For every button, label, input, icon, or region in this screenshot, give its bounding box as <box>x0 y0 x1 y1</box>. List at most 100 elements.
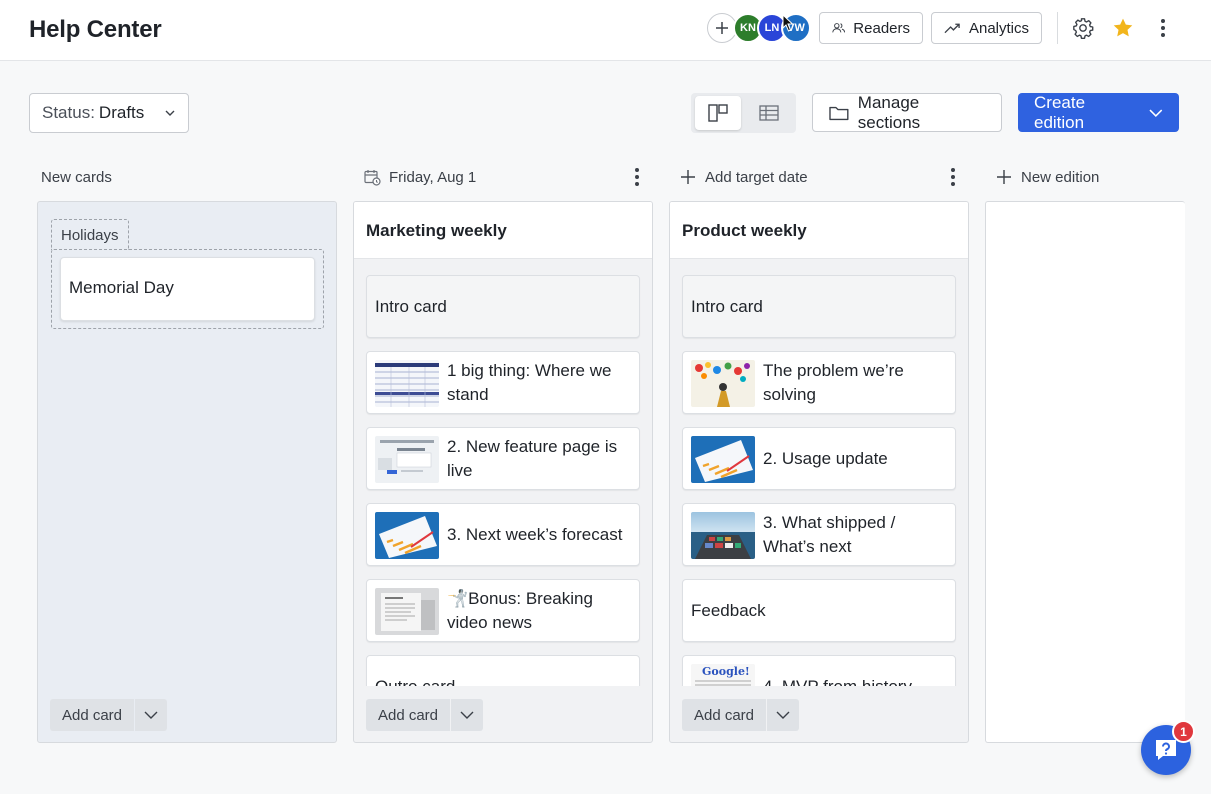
notification-badge: 1 <box>1172 720 1195 743</box>
favorite-button[interactable] <box>1109 14 1137 42</box>
new-cards-header: New cards <box>41 168 112 186</box>
add-target-date-label: Add target date <box>705 168 808 186</box>
add-card-control: Add card <box>682 699 799 731</box>
card-title: 3. What shipped / What’s next <box>763 513 896 556</box>
card[interactable]: Google! 4. MVP from history <box>682 655 956 686</box>
star-icon <box>1113 18 1133 37</box>
plus-icon <box>997 170 1011 184</box>
plus-icon <box>681 170 695 184</box>
marketing-date-label: Friday, Aug 1 <box>389 168 477 186</box>
chevron-down-icon <box>1149 109 1163 117</box>
card[interactable]: 2. New feature page is live <box>366 427 640 490</box>
product-weekly-column: Product weekly Intro card The problem we… <box>669 201 969 743</box>
add-card-button[interactable]: Add card <box>682 699 766 731</box>
card-title: 🤺Bonus: Breaking video news <box>447 589 593 632</box>
analytics-label: Analytics <box>968 19 1029 37</box>
marketing-menu-icon[interactable] <box>634 168 640 186</box>
top-bar: Help Center KN LN VW Readers Analytics <box>0 0 1211 61</box>
card[interactable]: The problem we’re solving <box>682 351 956 414</box>
board-view-icon <box>708 104 728 122</box>
readers-label: Readers <box>853 19 910 37</box>
table-view-icon <box>759 105 779 121</box>
more-menu-button[interactable] <box>1149 14 1177 42</box>
card[interactable]: Feedback <box>682 579 956 642</box>
card[interactable]: 3. Next week’s forecast <box>366 503 640 566</box>
chevron-down-icon <box>776 711 790 719</box>
people-icon <box>832 23 846 33</box>
card[interactable]: Intro card <box>682 275 956 338</box>
add-card-dropdown[interactable] <box>767 699 799 731</box>
board-view-button[interactable] <box>695 96 741 130</box>
marketing-date[interactable]: Friday, Aug 1 <box>364 164 476 190</box>
card-title: 2. Usage update <box>763 449 888 468</box>
gear-icon <box>1073 18 1094 39</box>
status-filter-label: Status: <box>42 103 95 122</box>
edition-title[interactable]: Marketing weekly <box>354 202 652 259</box>
card-list: Intro card 1 big thing: Where we stand 2… <box>354 259 652 686</box>
card-title: 4. MVP from history <box>763 675 951 686</box>
card-title: 2. New feature page is live <box>447 437 618 480</box>
add-card-control: Add card <box>366 699 483 731</box>
card-title: 1 big thing: Where we stand <box>447 361 612 404</box>
card[interactable]: 🤺Bonus: Breaking video news <box>366 579 640 642</box>
add-card-button[interactable]: Add card <box>366 699 450 731</box>
trend-up-icon <box>944 23 960 34</box>
add-card-control: Add card <box>50 699 167 731</box>
card[interactable]: Outro card <box>366 655 640 686</box>
card-title: Intro card <box>375 297 447 316</box>
new-cards-column: Holidays Memorial Day Add card <box>37 201 337 743</box>
card-title: Feedback <box>691 601 766 620</box>
document-thumbnail <box>375 588 439 635</box>
kebab-icon <box>1160 19 1166 37</box>
card-title: Intro card <box>691 297 763 316</box>
webpage-thumbnail <box>375 436 439 483</box>
add-card-dropdown[interactable] <box>135 699 167 731</box>
new-edition-label: New edition <box>1021 168 1100 186</box>
card[interactable]: Intro card <box>366 275 640 338</box>
folder-icon <box>829 106 849 120</box>
table-view-button[interactable] <box>746 96 792 130</box>
card-title: Outro card <box>375 675 563 686</box>
card[interactable]: 3. What shipped / What’s next <box>682 503 956 566</box>
new-edition-button[interactable]: New edition <box>996 164 1099 190</box>
chevron-down-icon <box>165 110 175 116</box>
card[interactable]: Memorial Day <box>60 257 315 321</box>
card-title: The problem we’re solving <box>763 361 904 404</box>
add-target-date-button[interactable]: Add target date <box>680 164 808 190</box>
add-card-dropdown[interactable] <box>451 699 483 731</box>
status-filter[interactable]: Status: Drafts <box>29 93 189 133</box>
table-thumbnail <box>375 360 439 407</box>
manage-sections-label: Manage sections <box>857 92 921 132</box>
help-chat-icon <box>1156 740 1176 760</box>
add-card-button[interactable]: Add card <box>50 699 134 731</box>
product-menu-icon[interactable] <box>950 168 956 186</box>
settings-button[interactable] <box>1069 14 1097 42</box>
ship-photo-thumbnail <box>691 512 755 559</box>
card[interactable]: 1 big thing: Where we stand <box>366 351 640 414</box>
plus-icon <box>716 22 728 34</box>
chevron-down-icon <box>144 711 158 719</box>
create-edition-button[interactable]: Create edition <box>1018 93 1179 132</box>
app-title: Help Center <box>29 16 162 43</box>
calendar-clock-icon <box>364 169 381 186</box>
card-title: 3. Next week’s forecast <box>447 525 623 544</box>
problem-illustration-thumbnail <box>691 360 755 407</box>
divider <box>1057 12 1058 44</box>
chevron-down-icon <box>460 711 474 719</box>
webpage-thumbnail: Google! <box>691 664 755 686</box>
forecast-chart-thumbnail <box>375 512 439 559</box>
manage-sections-button[interactable]: Manage sections <box>812 93 1002 132</box>
readers-button[interactable]: Readers <box>819 12 923 44</box>
analytics-button[interactable]: Analytics <box>931 12 1042 44</box>
card[interactable]: 2. Usage update <box>682 427 956 490</box>
usage-chart-thumbnail <box>691 436 755 483</box>
new-edition-column <box>985 201 1185 743</box>
create-edition-label: Create edition <box>1034 92 1086 132</box>
mouse-cursor-icon <box>782 14 794 32</box>
view-toggle <box>691 93 796 133</box>
status-filter-value: Drafts <box>98 103 145 122</box>
edition-title[interactable]: Product weekly <box>670 202 968 259</box>
card-list: Intro card The problem we’re solving 2. … <box>670 259 968 686</box>
group-tag[interactable]: Holidays <box>51 219 129 250</box>
marketing-weekly-column: Marketing weekly Intro card 1 big thing:… <box>353 201 653 743</box>
